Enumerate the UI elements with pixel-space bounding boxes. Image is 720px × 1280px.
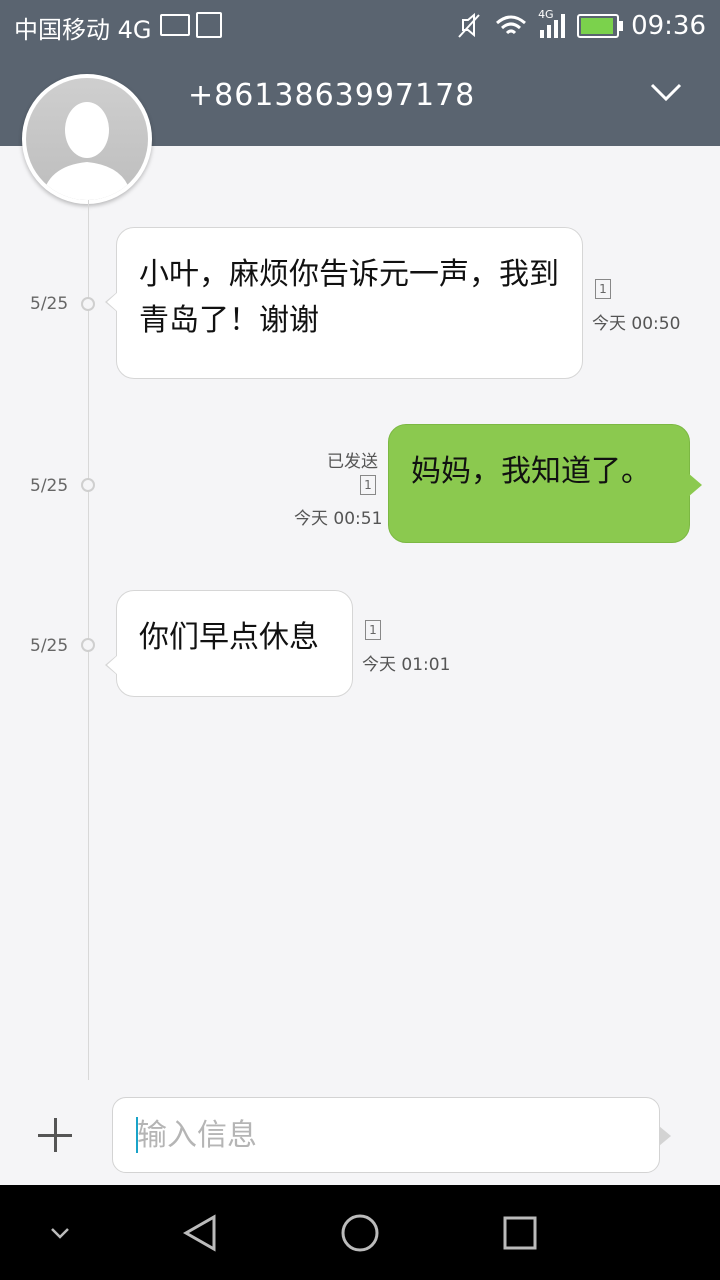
chevron-down-icon[interactable] xyxy=(650,82,682,102)
navigation-bar xyxy=(0,1185,720,1280)
message-input-box[interactable] xyxy=(112,1097,671,1173)
timeline-dot xyxy=(81,478,95,492)
message-text: 你们早点休息 xyxy=(139,620,319,655)
wifi-icon xyxy=(496,15,527,35)
back-icon[interactable] xyxy=(170,1203,230,1263)
recents-icon[interactable] xyxy=(490,1203,550,1263)
message-bubble-incoming[interactable]: 你们早点休息 xyxy=(105,590,353,697)
sim-card-icon: 1 xyxy=(360,475,376,495)
sim-card-icon: 1 xyxy=(595,279,611,299)
message-date: 5/25 xyxy=(30,476,69,496)
home-icon[interactable] xyxy=(330,1203,390,1263)
status-right: 4G 09:36 xyxy=(456,8,706,44)
timeline-dot xyxy=(81,297,95,311)
battery-icon xyxy=(577,14,624,38)
plus-icon[interactable] xyxy=(36,1116,74,1154)
collapse-icon[interactable] xyxy=(30,1203,90,1263)
status-bar: 中国移动 4G 4G 09:36 xyxy=(0,0,720,50)
message-time: 今天 00:50 xyxy=(592,314,681,334)
avatar[interactable] xyxy=(22,74,152,204)
message-bubble-incoming[interactable]: 小叶，麻烦你告诉元一声，我到青岛了！谢谢 xyxy=(105,227,583,379)
signal-icon: 4G xyxy=(538,8,566,38)
message-date: 5/25 xyxy=(30,636,69,656)
message-date: 5/25 xyxy=(30,294,69,314)
sent-status: 已发送 xyxy=(327,452,378,472)
mute-icon xyxy=(458,12,480,38)
message-time: 今天 01:01 xyxy=(362,655,451,675)
message-text: 妈妈，我知道了。 xyxy=(411,454,651,489)
network-type-label: 4G xyxy=(538,8,554,21)
carrier-label: 中国移动 4G xyxy=(14,16,152,44)
message-input[interactable] xyxy=(135,1112,619,1158)
message-bubble-outgoing[interactable]: 妈妈，我知道了。 xyxy=(388,424,702,543)
person-silhouette-icon xyxy=(42,102,132,200)
text-cursor xyxy=(136,1117,138,1153)
message-text: 小叶，麻烦你告诉元一声，我到青岛了！谢谢 xyxy=(139,257,559,338)
timeline-dot xyxy=(81,638,95,652)
message-time: 今天 00:51 xyxy=(294,509,383,529)
image-icon xyxy=(196,12,222,38)
clock: 09:36 xyxy=(631,11,706,41)
keyboard-icon xyxy=(160,14,190,36)
contact-number[interactable]: +8613863997178 xyxy=(188,78,475,113)
sim-card-icon: 1 xyxy=(365,620,381,640)
